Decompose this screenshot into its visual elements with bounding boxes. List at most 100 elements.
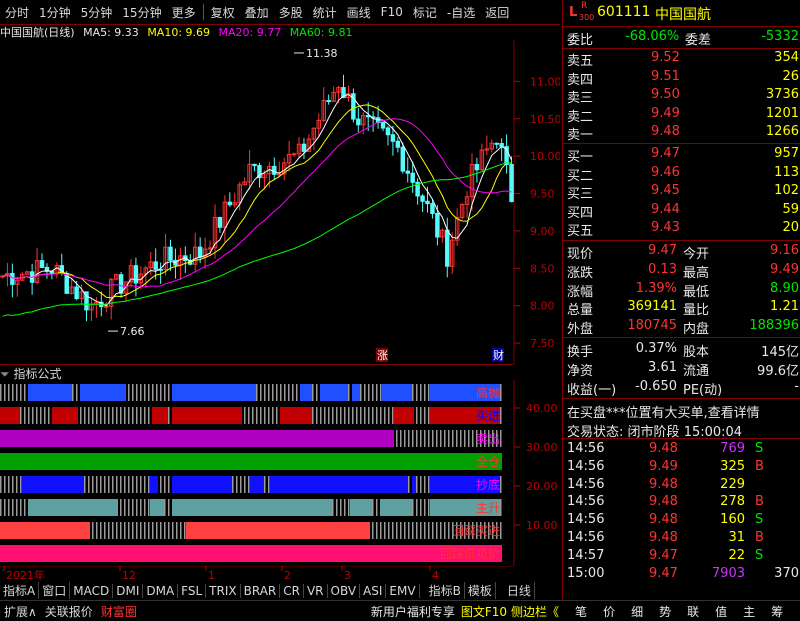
candle-body [400,146,406,172]
stat-label: 今开 [683,247,710,262]
panel-tab-xi[interactable]: 细 [631,603,643,620]
date-tick-label: 4 [432,569,439,582]
weibi-value: -68.06% [625,29,680,44]
ask-row[interactable]: 卖四 9.51 26 [563,69,800,88]
tab-vr[interactable]: VR [304,583,328,598]
tick-volume: 278 [720,494,745,510]
stat-value: 180745 [627,318,677,334]
tick-price: 9.49 [649,458,678,474]
indicator-band-label: 抄底 [476,477,500,492]
bid-label: 买二 [567,168,594,184]
stat2-label: 收益(一) [567,382,617,398]
f10-graphic-button[interactable]: 图文F10 [461,603,507,620]
panel-tab-jia[interactable]: 价 [603,603,615,620]
toolbar-item-huaxian[interactable]: 画线 [342,4,376,21]
indicator-expand-icon[interactable]: ⏷ [0,367,10,381]
tick-price: 9.47 [649,565,678,581]
stat2-row: 净资 3.61 流通 99.6亿 [563,360,800,379]
expand-button[interactable]: 扩展∧ [4,603,37,620]
bid-volume: 59 [782,201,799,217]
toolbar-item-back[interactable]: 返回 [480,4,514,21]
panel-tab-zhi[interactable]: 值 [715,603,727,620]
panel-tab-shi[interactable]: 势 [659,603,671,620]
status-bar: 扩展∧ 关联报价 财富圈 新用户福利专享 图文F10 侧边栏《 笔 价 细 势 … [0,600,800,621]
tab-dma[interactable]: DMA [143,583,179,598]
panel-tab-bi[interactable]: 笔 [575,603,587,620]
toolbar-item-zixuan[interactable]: -自选 [442,4,480,21]
stat-label: 最高 [683,265,710,281]
sidebar-toggle[interactable]: 侧边栏《 [511,603,559,620]
new-user-promo[interactable]: 新用户福利专享 [371,603,455,620]
ask-row[interactable]: 卖二 9.49 1201 [563,106,800,125]
toolbar-divider [202,4,204,20]
ask-label: 卖一 [567,128,594,143]
toolbar-item-15min[interactable]: 15分钟 [117,4,166,21]
indicator-band-segment [172,476,232,493]
candle-body [430,203,435,214]
panel-tab-chou[interactable]: 筹 [771,603,783,620]
tab-trix[interactable]: TRIX [206,583,241,598]
toolbar-item-fenshi[interactable]: 分时 [0,4,34,21]
ask-row[interactable]: 卖五 9.52 354 [563,50,800,69]
ma10-label: MA10: 9.69 [147,26,211,39]
tab-fsl[interactable]: FSL [178,583,207,598]
toolbar-item-5min[interactable]: 5分钟 [76,4,118,21]
toolbar-item-duogu[interactable]: 多股 [274,4,308,21]
tab-cr[interactable]: CR [280,583,304,598]
stat-value: 9.47 [648,243,677,258]
tab-dmi[interactable]: DMI [113,583,144,598]
tab-window[interactable]: 窗口 [39,582,71,599]
tick-volume: 160 [720,512,745,528]
toolbar-item-f10[interactable]: F10 [376,5,408,19]
ask-row[interactable]: 卖三 9.50 3736 [563,87,800,106]
toolbar-item-1min[interactable]: 1分钟 [34,4,76,21]
indicator-panel[interactable]: 高抛买进卖出全仓抄底主升回踩买进回踩低吸价 40.00 30.00 20.00 10.… [0,380,560,566]
tab-asi[interactable]: ASI [360,583,387,598]
date-tick-label: 1 [208,569,215,582]
candle-body [277,173,282,176]
stat-label: 涨幅 [567,284,594,300]
tick-price: 9.48 [649,530,678,545]
panel-tab-zhu[interactable]: 主 [743,603,755,620]
kline-chart[interactable]: 11.00 10.50 10.00 9.50 9.00 8.50 8.00 7.50 11.3… [0,40,560,364]
tick-side: S [755,512,764,528]
big-order-notice[interactable]: 在买盘***位置有大买单,查看详情 [567,402,760,421]
toolbar-item-diejia[interactable]: 叠加 [240,4,274,21]
panel-tab-lian[interactable]: 联 [687,603,699,620]
toolbar-item-fuquan[interactable]: 复权 [206,4,240,21]
price-tick-label: 7.50 [530,337,555,350]
stat2-value: - [794,378,799,394]
tab-emv[interactable]: EMV [386,583,420,598]
tab-daily[interactable]: 日线 [504,582,535,599]
indicator-band-segment [270,476,408,493]
ask-row[interactable]: 卖一 9.48 1266 [563,124,800,143]
tick-row: 14:56 9.48 769 S [563,441,800,459]
tab-indicator-b[interactable]: 指标B [426,582,465,599]
chart-stock-name: 中国国航(日线) [0,26,75,39]
indicator-band-segment [0,407,20,424]
tick-time: 14:56 [567,441,605,456]
wealth-circle-button[interactable]: 财富圈 [101,603,137,620]
indicator-band-label: 主升 [476,501,500,515]
stat-value: 188396 [749,318,799,334]
tab-indicator-a[interactable]: 指标A [0,582,40,599]
bid-price: 9.46 [651,164,680,180]
tab-template[interactable]: 模板 [465,582,496,599]
bid-row[interactable]: 买一 9.47 957 [563,146,800,165]
toolbar-item-more[interactable]: 更多 [167,4,201,21]
bid-row[interactable]: 买五 9.43 20 [563,220,800,239]
toolbar-item-tongji[interactable]: 统计 [308,4,342,21]
candle-body [10,272,15,285]
indicator-band-segment [352,384,360,401]
tab-obv[interactable]: OBV [328,583,361,598]
related-quote-button[interactable]: 关联报价 [45,603,93,620]
tick-volume: 769 [720,441,745,456]
tab-macd[interactable]: MACD [70,583,114,598]
tab-brar[interactable]: BRAR [241,583,281,598]
stat2-row: 换手 0.37% 股本 145亿 [563,341,800,360]
bid-row[interactable]: 买二 9.46 113 [563,164,800,184]
toolbar-item-biaoji[interactable]: 标记 [408,4,442,21]
bid-row[interactable]: 买四 9.44 59 [563,201,800,221]
tick-time: 15:00 [567,565,605,581]
bid-row[interactable]: 买三 9.45 102 [563,183,800,202]
